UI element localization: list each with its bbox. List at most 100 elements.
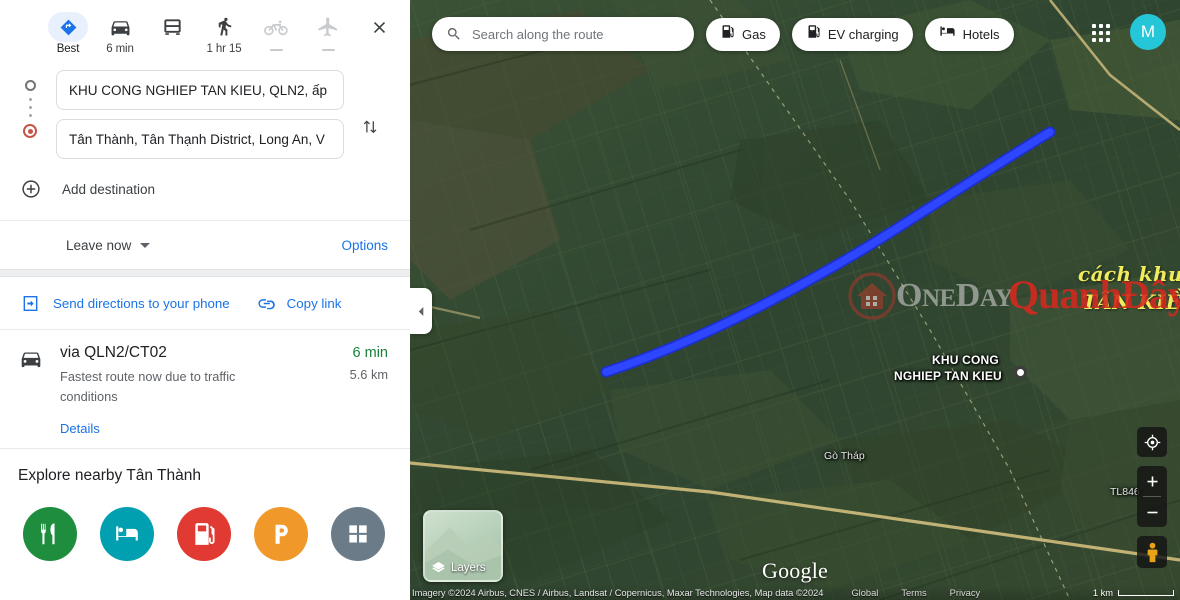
leave-now-label: Leave now [66, 237, 132, 253]
pill-gas-label: Gas [742, 26, 766, 42]
route-via-label: via QLN2/CT02 [60, 344, 167, 361]
collapse-panel-button[interactable] [410, 288, 432, 334]
destination-input[interactable]: Tân Thành, Tân Thạnh District, Long An, … [56, 119, 344, 159]
destination-pin-icon [23, 124, 37, 138]
imagery-attribution: Imagery ©2024 Airbus, CNES / Airbus, Lan… [412, 587, 824, 598]
departure-options-row: Leave now Options [0, 221, 410, 269]
car-icon [100, 12, 140, 42]
plus-icon [1147, 476, 1157, 486]
origin-row: KHU CONG NGHIEP TAN KIEU, QLN2, ấp [0, 70, 410, 110]
restaurant-icon [23, 506, 77, 561]
route-option-card[interactable]: via QLN2/CT02 6 min Fastest route now du… [0, 330, 410, 448]
pill-ev-charging[interactable]: EV charging [791, 17, 913, 51]
chevron-down-icon [140, 242, 151, 248]
search-icon [446, 26, 462, 42]
scale-bar [1118, 589, 1174, 596]
route-subinfo: Fastest route now due to traffic conditi… [60, 367, 388, 407]
scale-label: 1 km [1092, 587, 1113, 598]
copy-link-label: Copy link [286, 295, 342, 311]
pill-gas[interactable]: Gas [706, 17, 780, 51]
explore-chip-hotels[interactable] [100, 506, 154, 561]
explore-chip-gas[interactable] [177, 506, 231, 561]
rail-dots [28, 98, 32, 117]
layers-icon [432, 561, 445, 573]
pill-ev-charging-label: EV charging [827, 26, 899, 42]
travel-mode-flights[interactable] [302, 8, 354, 51]
travel-mode-walking-label: 1 hr 15 [206, 43, 242, 55]
add-destination-label: Add destination [62, 181, 156, 197]
destination-input-value: Tân Thành, Tân Thạnh District, Long An, … [69, 131, 325, 147]
layers-label-text: Layers [451, 561, 486, 574]
travel-mode-cycling-label [269, 43, 283, 51]
travel-mode-cycling[interactable] [250, 8, 302, 51]
airplane-icon [308, 12, 348, 42]
travel-mode-transit[interactable] [146, 8, 198, 43]
swap-waypoints-button[interactable] [352, 110, 386, 144]
route-details-link[interactable]: Details [60, 421, 100, 436]
search-placeholder: Search along the route [472, 26, 604, 42]
zoom-out-button[interactable] [1137, 497, 1167, 527]
waypoint-rail [22, 80, 38, 138]
origin-circle-icon [24, 80, 36, 91]
street-view-pegman[interactable] [1137, 536, 1167, 568]
footer-link-global[interactable]: Global [851, 588, 878, 598]
account-avatar[interactable]: M [1130, 14, 1166, 50]
hotel-icon [939, 23, 956, 45]
layers-button[interactable]: Layers [423, 510, 503, 582]
chevron-left-icon [418, 306, 423, 316]
route-distance: 5.6 km [349, 367, 388, 382]
map-controls [1137, 427, 1167, 568]
origin-input-value: KHU CONG NGHIEP TAN KIEU, QLN2, ấp [69, 82, 328, 98]
pill-hotels[interactable]: Hotels [924, 17, 1014, 51]
route-duration: 6 min [352, 345, 388, 361]
explore-chip-parking[interactable] [254, 506, 308, 561]
travel-mode-best[interactable]: Best [42, 8, 94, 55]
google-logo: Google [762, 558, 828, 583]
my-location-button[interactable] [1137, 427, 1167, 457]
footer-link-privacy[interactable]: Privacy [950, 588, 980, 598]
map-search-chips: Search along the route Gas EV charging H… [432, 17, 1014, 51]
travel-mode-driving-label: 6 min [106, 43, 134, 55]
minus-icon [1147, 511, 1157, 513]
satellite-imagery [410, 0, 1180, 600]
explore-chip-more[interactable] [331, 506, 385, 561]
best-route-icon [48, 12, 88, 42]
pegman-icon [1147, 542, 1157, 562]
copy-link-button[interactable]: Copy link [256, 292, 342, 314]
options-link[interactable]: Options [341, 238, 388, 253]
travel-mode-selector: Best 6 min 1 hr 15 [0, 0, 410, 66]
map-scale: 1 km [1093, 588, 1174, 598]
footer-link-terms[interactable]: Terms [901, 588, 926, 598]
gas-station-icon [720, 24, 735, 44]
close-directions-button[interactable] [362, 10, 396, 44]
travel-mode-driving[interactable]: 6 min [94, 8, 146, 55]
route-car-icon [18, 344, 46, 438]
origin-endpoint-dot[interactable] [1014, 366, 1027, 379]
travel-mode-walking[interactable]: 1 hr 15 [198, 8, 250, 55]
ev-charging-icon [806, 24, 821, 44]
zoom-in-button[interactable] [1137, 466, 1167, 496]
walk-icon [204, 12, 244, 42]
footer-links: Global Terms Privacy [851, 588, 980, 598]
gas-station-icon [177, 506, 231, 561]
travel-mode-flights-label [321, 43, 335, 51]
send-to-phone-label: Send directions to your phone [53, 295, 230, 311]
share-actions-row: Send directions to your phone Copy link [0, 277, 410, 329]
route-description: Fastest route now due to traffic conditi… [60, 369, 236, 404]
origin-input[interactable]: KHU CONG NGHIEP TAN KIEU, QLN2, ấp [56, 70, 344, 110]
map-attribution-bar: Imagery ©2024 Airbus, CNES / Airbus, Lan… [410, 585, 1180, 600]
bicycle-icon [256, 12, 296, 42]
add-destination-button[interactable]: Add destination [0, 168, 410, 210]
parking-icon [254, 506, 308, 561]
search-along-route-input[interactable]: Search along the route [432, 17, 694, 51]
travel-mode-best-label: Best [56, 43, 80, 55]
google-apps-button[interactable] [1084, 16, 1118, 50]
map-canvas[interactable]: Search along the route Gas EV charging H… [410, 0, 1180, 600]
leave-now-dropdown[interactable]: Leave now [66, 237, 151, 253]
google-maps-directions-app: Best 6 min 1 hr 15 KHU CONG NGHIEP TAN K… [0, 0, 1180, 600]
more-icon [331, 506, 385, 561]
send-to-phone-button[interactable]: Send directions to your phone [18, 291, 230, 315]
layers-label-wrap: Layers [431, 560, 486, 575]
explore-chip-restaurants[interactable] [23, 506, 77, 561]
locate-icon [1144, 434, 1160, 450]
